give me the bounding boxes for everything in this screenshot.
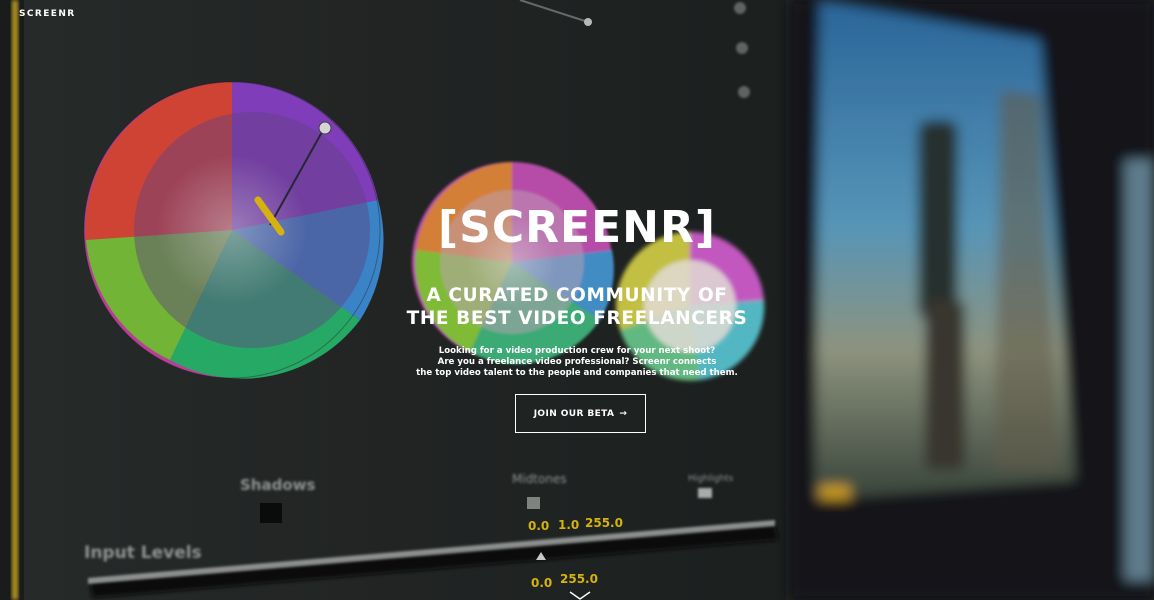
join-beta-button[interactable]: JOIN OUR BETA → — [515, 394, 646, 433]
headline-line-1: A CURATED COMMUNITY OF — [426, 285, 728, 306]
hero-logo: [SCREENR] — [438, 202, 716, 253]
arrow-right-icon: → — [619, 408, 628, 419]
chevron-down-icon[interactable] — [568, 590, 592, 600]
join-beta-label: JOIN OUR BETA — [533, 408, 615, 419]
description-line-3: the top video talent to the people and c… — [416, 368, 738, 378]
description-line-1: Looking for a video production crew for … — [438, 346, 716, 356]
hero-description: Looking for a video production crew for … — [0, 346, 1154, 379]
hero-headline: A CURATED COMMUNITY OF THE BEST VIDEO FR… — [0, 284, 1154, 330]
hero-content: [SCREENR] A CURATED COMMUNITY OF THE BES… — [0, 0, 1154, 600]
description-line-2: Are you a freelance video professional? … — [437, 357, 717, 367]
headline-line-2: THE BEST VIDEO FREELANCERS — [406, 308, 748, 329]
hero-section: Shadows Midtones Highlights Input Levels… — [0, 0, 1154, 600]
